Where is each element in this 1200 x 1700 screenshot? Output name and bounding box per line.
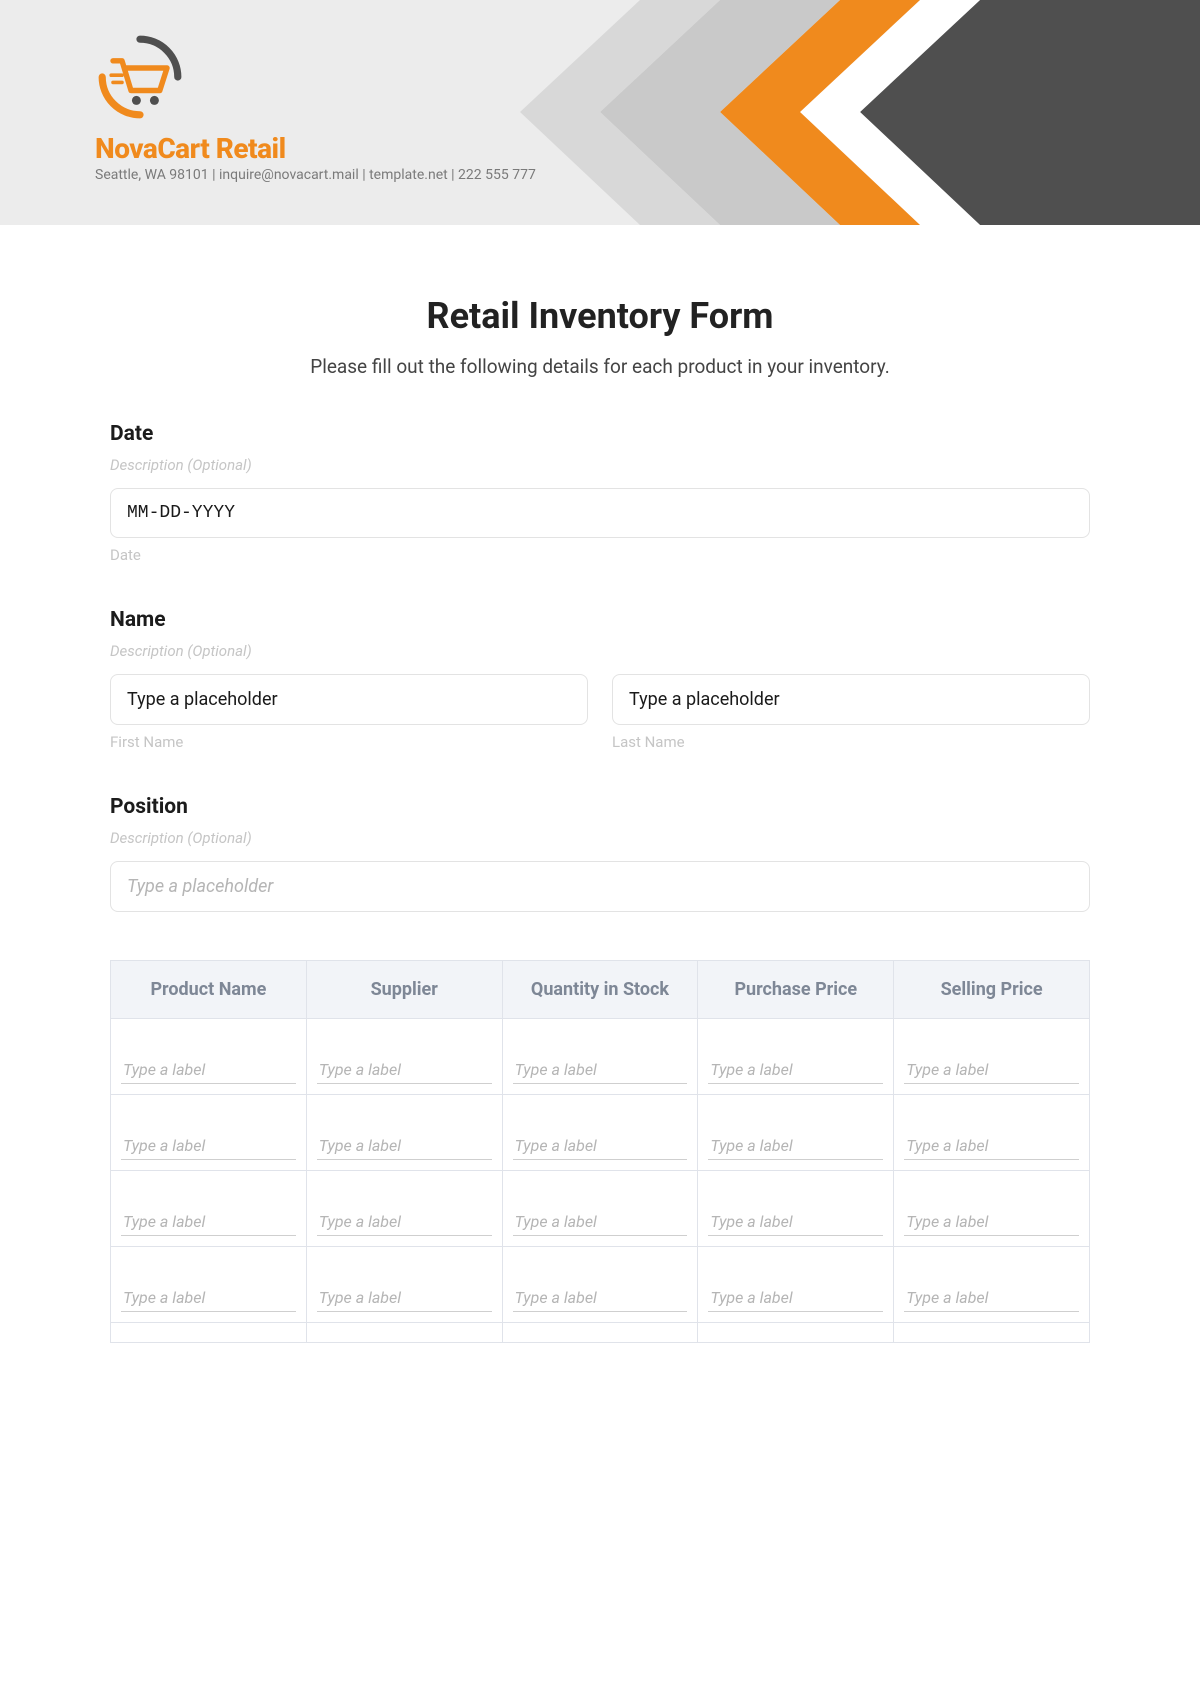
cell-input[interactable] <box>317 1132 492 1160</box>
cell-input[interactable] <box>121 1208 296 1236</box>
date-label: Date <box>110 422 1090 446</box>
date-section: Date Description (Optional) Date <box>110 422 1090 564</box>
table-row <box>111 1019 1090 1095</box>
form-subtitle: Please fill out the following details fo… <box>110 355 1090 378</box>
table-cell <box>502 1095 698 1171</box>
name-description: Description (Optional) <box>110 642 1090 660</box>
table-cell <box>111 1323 307 1343</box>
name-label: Name <box>110 608 1090 632</box>
table-cell <box>698 1019 894 1095</box>
cell-input[interactable] <box>513 1132 688 1160</box>
table-row <box>111 1247 1090 1323</box>
cell-input[interactable] <box>708 1132 883 1160</box>
table-cell <box>111 1095 307 1171</box>
table-cell <box>698 1247 894 1323</box>
table-row <box>111 1323 1090 1343</box>
table-cell <box>502 1247 698 1323</box>
table-header-3: Purchase Price <box>698 961 894 1019</box>
table-cell <box>894 1323 1090 1343</box>
table-row <box>111 1095 1090 1171</box>
cell-input[interactable] <box>904 1208 1079 1236</box>
cell-input[interactable] <box>708 1208 883 1236</box>
cell-input[interactable] <box>708 1056 883 1084</box>
form-title: Retail Inventory Form <box>110 295 1090 337</box>
cell-input[interactable] <box>121 1132 296 1160</box>
cell-input[interactable] <box>513 1056 688 1084</box>
table-cell <box>894 1095 1090 1171</box>
table-row <box>111 1171 1090 1247</box>
table-cell <box>894 1019 1090 1095</box>
cell-input[interactable] <box>904 1284 1079 1312</box>
table-cell <box>306 1019 502 1095</box>
name-section: Name Description (Optional) First Name L… <box>110 608 1090 751</box>
table-header-2: Quantity in Stock <box>502 961 698 1019</box>
table-cell <box>306 1247 502 1323</box>
inventory-table: Product NameSupplierQuantity in StockPur… <box>110 960 1090 1343</box>
table-header-4: Selling Price <box>894 961 1090 1019</box>
position-description: Description (Optional) <box>110 829 1090 847</box>
date-description: Description (Optional) <box>110 456 1090 474</box>
table-header-0: Product Name <box>111 961 307 1019</box>
cell-input[interactable] <box>317 1208 492 1236</box>
table-cell <box>698 1171 894 1247</box>
table-cell <box>502 1019 698 1095</box>
table-cell <box>111 1171 307 1247</box>
table-header-1: Supplier <box>306 961 502 1019</box>
table-cell <box>111 1247 307 1323</box>
header-chevrons <box>520 0 1200 225</box>
table-cell <box>698 1095 894 1171</box>
cell-input[interactable] <box>904 1056 1079 1084</box>
date-input[interactable] <box>110 488 1090 538</box>
cell-input[interactable] <box>513 1208 688 1236</box>
position-section: Position Description (Optional) <box>110 795 1090 912</box>
cell-input[interactable] <box>121 1284 296 1312</box>
cell-input[interactable] <box>513 1284 688 1312</box>
form-area: Retail Inventory Form Please fill out th… <box>0 225 1200 1383</box>
table-cell <box>111 1019 307 1095</box>
position-input[interactable] <box>110 861 1090 912</box>
logo-block: NovaCart Retail Seattle, WA 98101 | inqu… <box>95 32 536 183</box>
last-name-input[interactable] <box>612 674 1090 725</box>
date-sublabel: Date <box>110 546 1090 564</box>
table-cell <box>502 1323 698 1343</box>
table-cell <box>894 1171 1090 1247</box>
first-name-sublabel: First Name <box>110 733 588 751</box>
cell-input[interactable] <box>317 1056 492 1084</box>
cell-input[interactable] <box>904 1132 1079 1160</box>
contact-line: Seattle, WA 98101 | inquire@novacart.mai… <box>95 167 536 183</box>
cell-input[interactable] <box>708 1284 883 1312</box>
table-cell <box>306 1171 502 1247</box>
table-cell <box>306 1323 502 1343</box>
header-band: NovaCart Retail Seattle, WA 98101 | inqu… <box>0 0 1200 225</box>
first-name-input[interactable] <box>110 674 588 725</box>
company-name: NovaCart Retail <box>95 132 536 165</box>
table-cell <box>502 1171 698 1247</box>
table-cell <box>306 1095 502 1171</box>
cell-input[interactable] <box>121 1056 296 1084</box>
last-name-sublabel: Last Name <box>612 733 1090 751</box>
position-label: Position <box>110 795 1090 819</box>
cart-logo-icon <box>95 32 185 122</box>
table-cell <box>698 1323 894 1343</box>
table-cell <box>894 1247 1090 1323</box>
cell-input[interactable] <box>317 1284 492 1312</box>
